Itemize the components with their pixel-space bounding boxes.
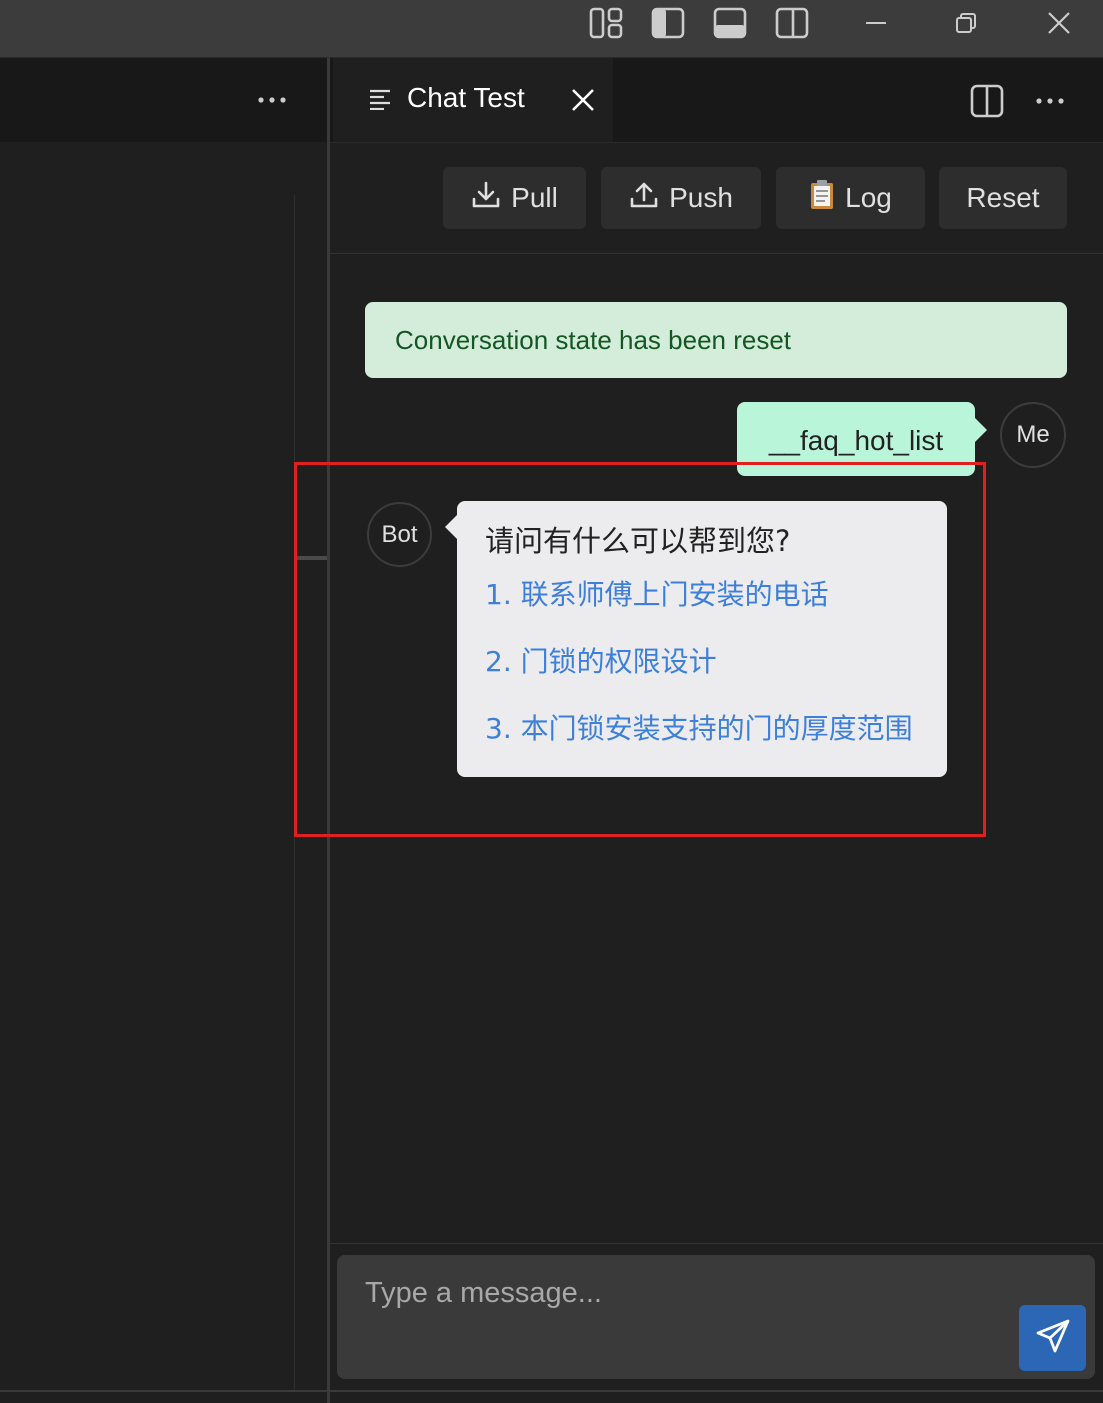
left-editor-group — [0, 58, 328, 1403]
user-message: __faq_hot_list — [737, 402, 987, 476]
log-button[interactable]: Log — [776, 167, 925, 229]
clipboard-icon — [809, 179, 835, 218]
more-actions-icon[interactable] — [252, 86, 292, 114]
chat-toolbar: Pull Push Log Reset — [330, 143, 1103, 254]
faq-option-link[interactable]: 1. 联系师傅上门安装的电话 — [485, 575, 919, 615]
tab-bar: Chat Test — [330, 58, 1103, 143]
tab-chat-test[interactable]: Chat Test — [333, 58, 613, 142]
close-icon[interactable] — [1041, 7, 1077, 39]
restore-icon[interactable] — [948, 7, 984, 39]
user-message-text: __faq_hot_list — [768, 425, 944, 456]
layout-icon[interactable] — [588, 7, 624, 39]
log-label: Log — [845, 182, 892, 213]
title-bar — [0, 0, 1103, 58]
bot-message: 请问有什么可以帮到您? 1. 联系师傅上门安装的电话 2. 门锁的权限设计 3.… — [445, 501, 947, 777]
composer — [330, 1243, 1103, 1391]
reset-label: Reset — [966, 182, 1040, 213]
push-button[interactable]: Push — [601, 167, 761, 229]
bot-avatar: Bot — [367, 502, 432, 567]
scrollbar-track[interactable] — [294, 195, 295, 1390]
minimize-icon[interactable] — [858, 7, 894, 39]
split-editor-icon[interactable] — [968, 82, 1006, 120]
download-icon — [471, 180, 501, 217]
left-editor-header — [0, 58, 328, 142]
status-divider — [0, 1390, 1103, 1392]
bot-question: 请问有什么可以帮到您? — [485, 524, 791, 558]
faq-option-link[interactable]: 3. 本门锁安装支持的门的厚度范围 — [485, 709, 919, 749]
push-label: Push — [669, 182, 733, 213]
list-icon — [369, 88, 391, 114]
toggle-secondary-sidebar-icon[interactable] — [774, 7, 810, 39]
send-icon — [1034, 1317, 1072, 1359]
upload-icon — [629, 180, 659, 217]
more-actions-icon[interactable] — [1030, 82, 1070, 120]
reset-button[interactable]: Reset — [939, 167, 1067, 229]
pull-button[interactable]: Pull — [443, 167, 586, 229]
chat-editor-group: Chat Test Pull Push Log Reset Conversati… — [330, 58, 1103, 1390]
tab-title: Chat Test — [407, 82, 525, 113]
message-list: Conversation state has been reset __faq_… — [330, 254, 1103, 1244]
faq-option-link[interactable]: 2. 门锁的权限设计 — [485, 642, 919, 682]
toggle-panel-icon[interactable] — [712, 7, 748, 39]
pull-label: Pull — [511, 182, 558, 213]
toggle-primary-sidebar-icon[interactable] — [650, 7, 686, 39]
scrollbar-marker — [297, 556, 327, 560]
reset-notice: Conversation state has been reset — [365, 302, 1067, 378]
message-input[interactable] — [337, 1255, 1095, 1379]
user-avatar: Me — [1000, 402, 1066, 468]
send-button[interactable] — [1019, 1305, 1086, 1371]
tab-close-icon[interactable] — [567, 84, 599, 116]
